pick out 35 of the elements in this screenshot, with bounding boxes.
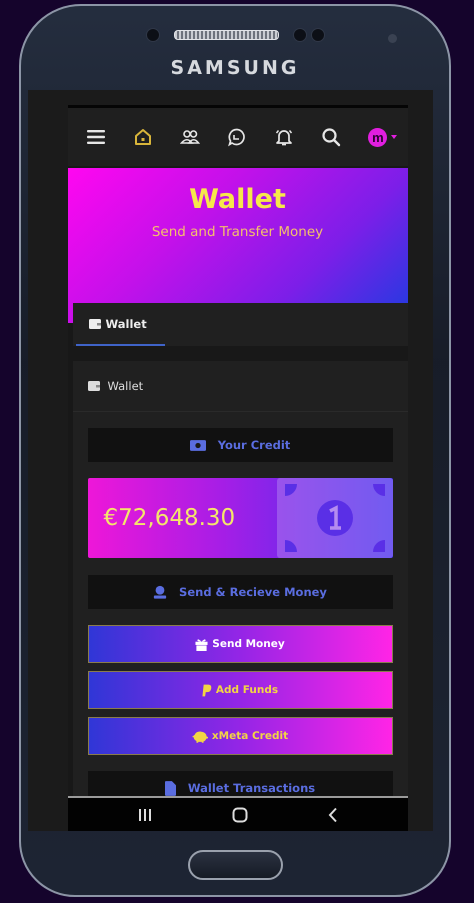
hero-subtitle: Send and Transfer Money — [152, 224, 324, 240]
sensor-dot — [146, 28, 160, 42]
home-icon[interactable] — [132, 127, 153, 147]
people-icon[interactable] — [180, 127, 200, 147]
brand-logo: SAMSUNG — [170, 57, 300, 79]
action-button[interactable]: Send Money — [88, 625, 392, 663]
cash-icon — [190, 440, 206, 450]
caret-icon[interactable] — [391, 135, 398, 139]
bell-icon[interactable] — [274, 127, 294, 147]
gift-icon — [195, 638, 208, 650]
sensor-dot — [310, 28, 324, 42]
wallet-icon — [88, 318, 100, 328]
sensor-dot — [292, 28, 306, 42]
hero-title: Wallet — [189, 184, 286, 215]
banknote-icon — [276, 478, 392, 558]
recent-apps-icon[interactable] — [138, 808, 152, 822]
search-icon[interactable] — [321, 127, 342, 147]
back-icon[interactable] — [328, 806, 338, 822]
card-title: Wallet — [108, 379, 144, 393]
section-title: Your Credit — [218, 438, 290, 452]
piggy-bank-icon — [192, 730, 208, 742]
action-button[interactable]: Add Funds — [88, 671, 392, 709]
chat-icon[interactable] — [226, 127, 247, 147]
wallet-tab[interactable]: Wallet — [76, 303, 165, 346]
document-icon — [164, 780, 176, 796]
home-button[interactable] — [188, 850, 282, 880]
menu-icon[interactable] — [86, 127, 106, 147]
wallet-icon — [88, 381, 100, 391]
camera-lens — [388, 34, 397, 43]
home-nav-icon[interactable] — [232, 806, 248, 822]
action-button[interactable]: xMeta Credit — [88, 717, 392, 755]
section-title: Send & Recieve Money — [179, 585, 327, 599]
avatar[interactable]: m — [368, 128, 388, 146]
balance-amount: €72,648.30 — [104, 505, 236, 531]
section-title: Wallet Transactions — [188, 781, 316, 795]
